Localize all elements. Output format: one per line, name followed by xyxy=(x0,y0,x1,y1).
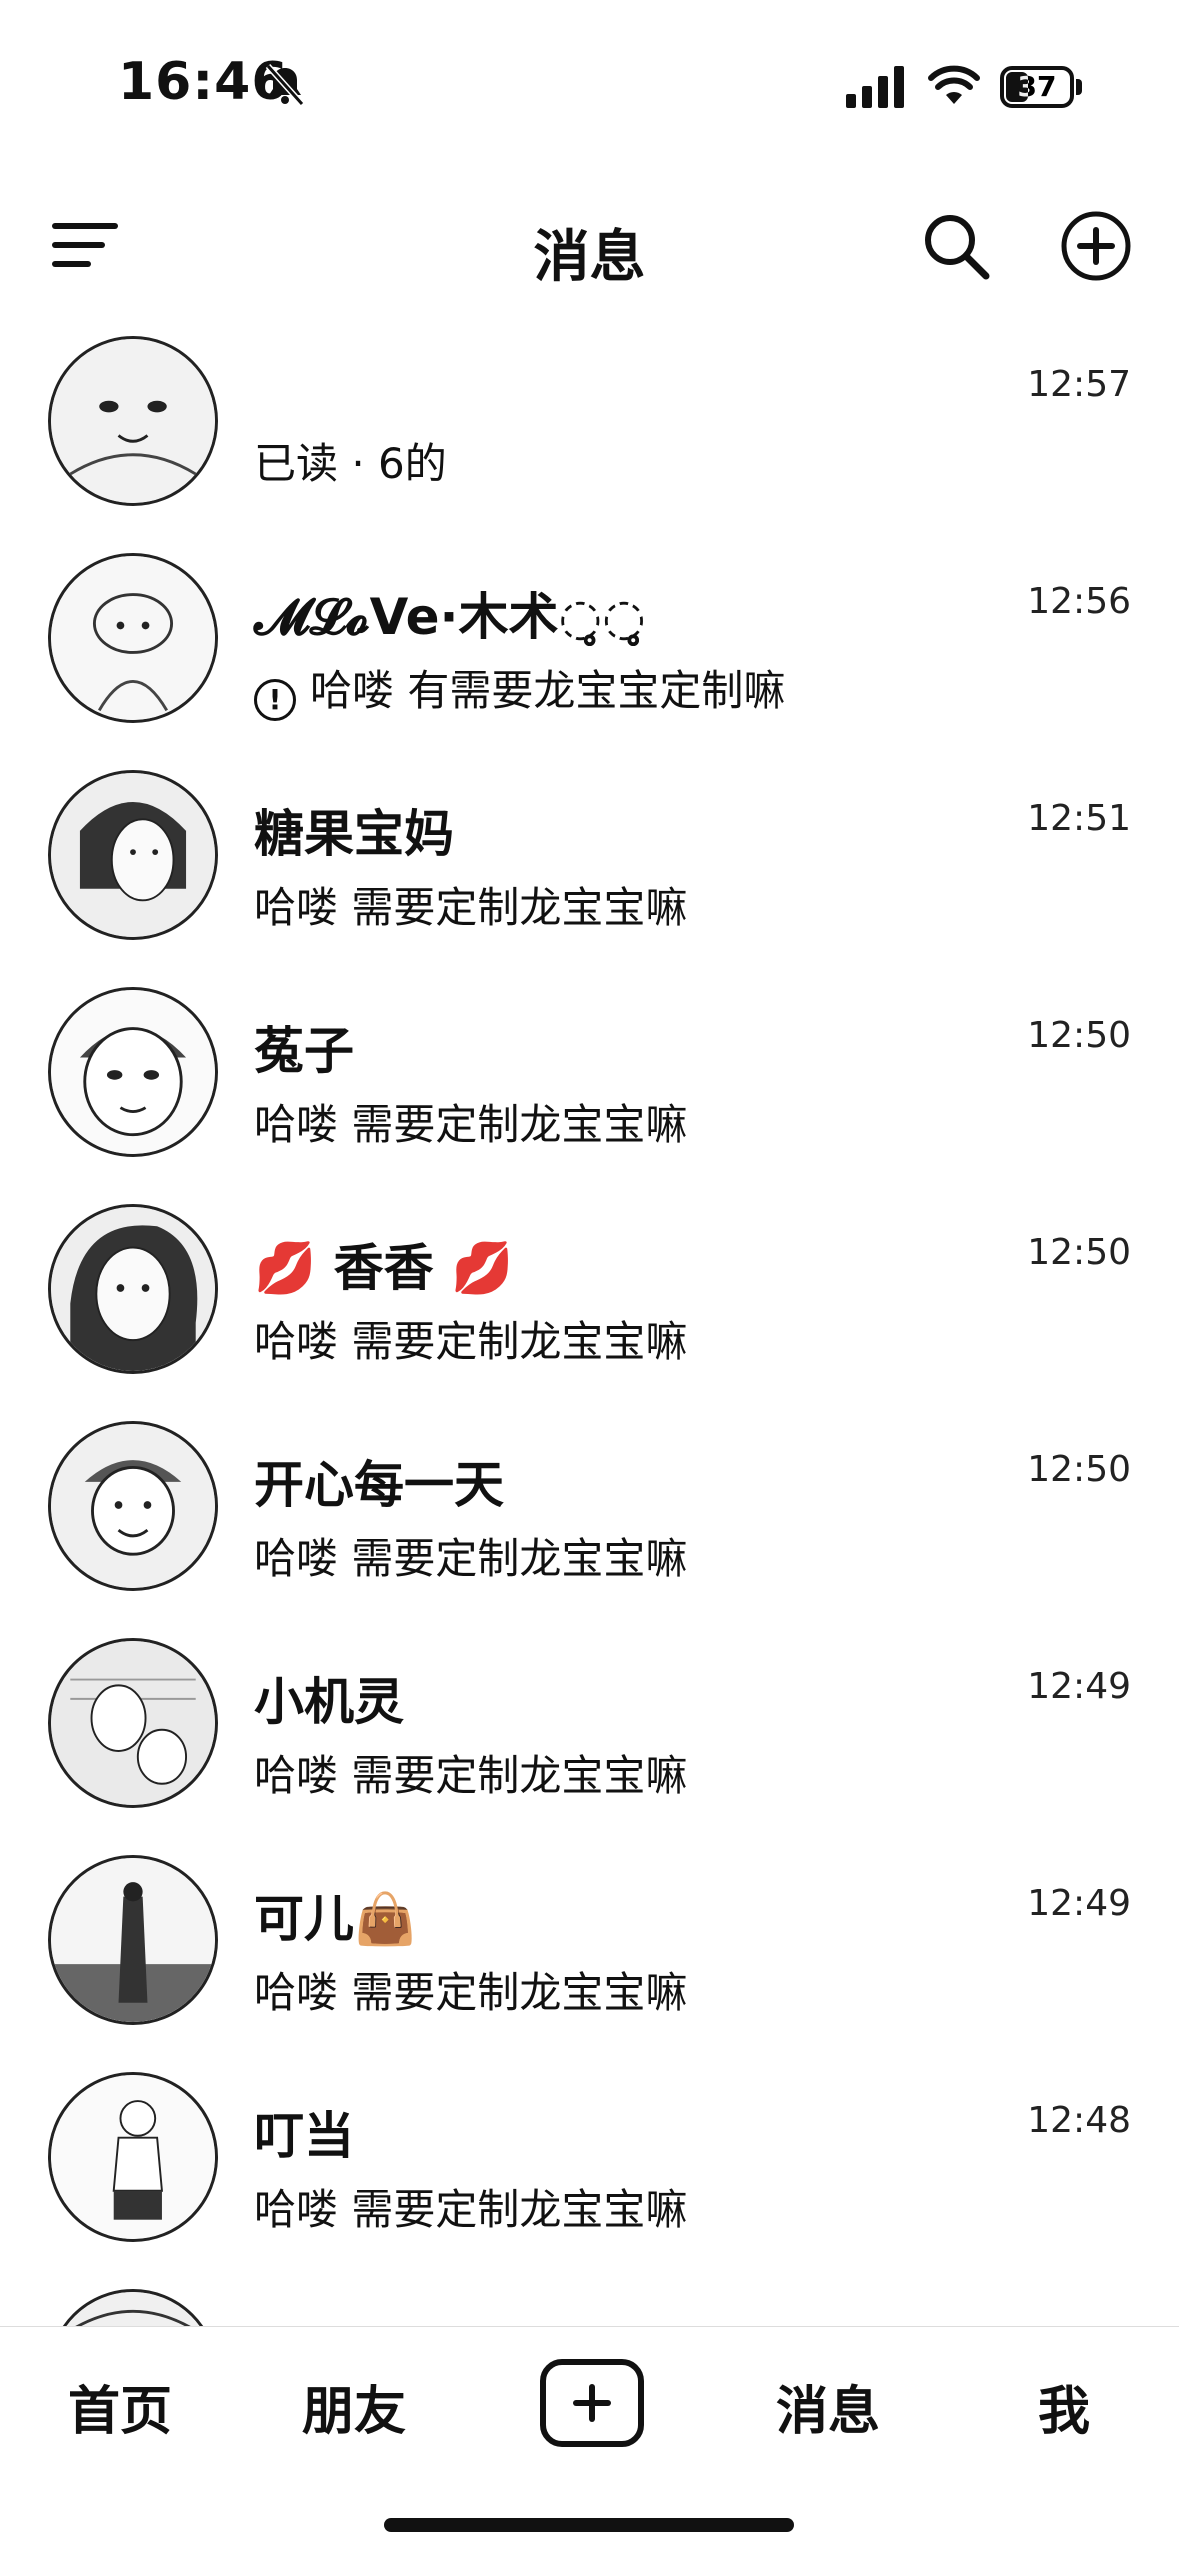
signal-icon xyxy=(846,66,904,108)
conversation-preview: 哈喽 需要定制龙宝宝嘛 xyxy=(254,883,688,932)
conversation-preview: 哈喽 需要定制龙宝宝嘛 xyxy=(254,1751,688,1800)
battery-icon: 37 xyxy=(1000,66,1084,108)
status-bar: 16:46 37 xyxy=(0,0,1179,150)
conversation-name: 糖果宝妈 xyxy=(254,805,454,863)
avatar xyxy=(48,987,218,1157)
tab-messages[interactable]: 消息 xyxy=(776,2369,880,2444)
conversation-row[interactable]: 叮当 哈喽 需要定制龙宝宝嘛 12:48 xyxy=(0,2062,1179,2279)
conversation-time: 12:50 xyxy=(1027,1015,1131,1056)
screen: 16:46 37 消息 已读 · 6的 12:57 𝓜𝓛𝓸Ve·木术◌̥̥◌̥̥… xyxy=(0,0,1179,2556)
avatar xyxy=(48,1855,218,2025)
conversation-name: 小机灵 xyxy=(254,1673,404,1731)
conversation-row[interactable] xyxy=(0,2279,1179,2326)
create-button[interactable] xyxy=(540,2359,644,2447)
avatar xyxy=(48,1204,218,1374)
conversation-time: 12:51 xyxy=(1027,798,1131,839)
alert-icon: ! xyxy=(254,679,296,721)
conversation-row[interactable]: 糖果宝妈 哈喽 需要定制龙宝宝嘛 12:51 xyxy=(0,760,1179,977)
conversation-time: 12:49 xyxy=(1027,1666,1131,1707)
conversation-name: 开心每一天 xyxy=(254,1456,504,1514)
avatar xyxy=(48,770,218,940)
search-icon[interactable] xyxy=(920,210,992,282)
conversation-preview: 哈喽 需要定制龙宝宝嘛 xyxy=(254,2185,688,2234)
conversation-name: 𝓜𝓛𝓸Ve·木术◌̥̥◌̥̥ xyxy=(254,588,646,646)
avatar xyxy=(48,1638,218,1808)
wifi-icon xyxy=(928,65,980,104)
bottom-tab-bar: 首页 朋友 消息 我 xyxy=(0,2326,1179,2476)
conversation-preview: 哈喽 需要定制龙宝宝嘛 xyxy=(254,1317,688,1366)
conversation-name: 菟子 xyxy=(254,1022,354,1080)
plus-icon xyxy=(573,2384,611,2422)
add-circle-icon[interactable] xyxy=(1060,210,1132,282)
avatar xyxy=(48,553,218,723)
conversation-time: 12:50 xyxy=(1027,1232,1131,1273)
conversation-time: 12:48 xyxy=(1027,2100,1131,2141)
header: 消息 xyxy=(0,190,1179,300)
conversation-row[interactable]: 菟子 哈喽 需要定制龙宝宝嘛 12:50 xyxy=(0,977,1179,1194)
conversation-preview-text: 哈喽 有需要龙宝宝定制嘛 xyxy=(310,666,786,715)
tab-home[interactable]: 首页 xyxy=(68,2369,172,2444)
avatar xyxy=(48,2072,218,2242)
conversation-row[interactable]: 𝓜𝓛𝓸Ve·木术◌̥̥◌̥̥ ! 哈喽 有需要龙宝宝定制嘛 12:56 xyxy=(0,543,1179,760)
conversation-time: 12:49 xyxy=(1027,1883,1131,1924)
conversation-name: 💋 香香 💋 xyxy=(254,1239,514,1297)
conversation-preview: 哈喽 需要定制龙宝宝嘛 xyxy=(254,1968,688,2017)
conversation-preview: 哈喽 需要定制龙宝宝嘛 xyxy=(254,1534,688,1583)
tab-me[interactable]: 我 xyxy=(1038,2369,1090,2444)
battery-level: 37 xyxy=(1017,70,1057,103)
conversation-time: 12:57 xyxy=(1027,364,1131,405)
conversation-row[interactable]: 开心每一天 哈喽 需要定制龙宝宝嘛 12:50 xyxy=(0,1411,1179,1628)
conversation-list[interactable]: 已读 · 6的 12:57 𝓜𝓛𝓸Ve·木术◌̥̥◌̥̥ ! 哈喽 有需要龙宝宝定… xyxy=(0,326,1179,2326)
conversation-preview: ! 哈喽 有需要龙宝宝定制嘛 xyxy=(254,657,785,721)
conversation-name: 可儿👜 xyxy=(254,1890,417,1948)
conversation-preview: 已读 · 6的 xyxy=(254,439,447,488)
home-indicator[interactable] xyxy=(384,2518,794,2532)
page-title: 消息 xyxy=(533,225,646,290)
conversation-row[interactable]: 小机灵 哈喽 需要定制龙宝宝嘛 12:49 xyxy=(0,1628,1179,1845)
conversation-preview: 哈喽 需要定制龙宝宝嘛 xyxy=(254,1100,688,1149)
avatar xyxy=(48,336,218,506)
conversation-row[interactable]: 已读 · 6的 12:57 xyxy=(0,326,1179,543)
conversation-row[interactable]: 可儿👜 哈喽 需要定制龙宝宝嘛 12:49 xyxy=(0,1845,1179,2062)
tab-friends[interactable]: 朋友 xyxy=(302,2369,406,2444)
bell-muted-icon xyxy=(265,63,305,107)
conversation-time: 12:56 xyxy=(1027,581,1131,622)
conversation-row[interactable]: 💋 香香 💋 哈喽 需要定制龙宝宝嘛 12:50 xyxy=(0,1194,1179,1411)
conversation-time: 12:50 xyxy=(1027,1449,1131,1490)
avatar xyxy=(48,2289,218,2326)
avatar xyxy=(48,1421,218,1591)
conversation-name: 叮当 xyxy=(254,2107,354,2165)
